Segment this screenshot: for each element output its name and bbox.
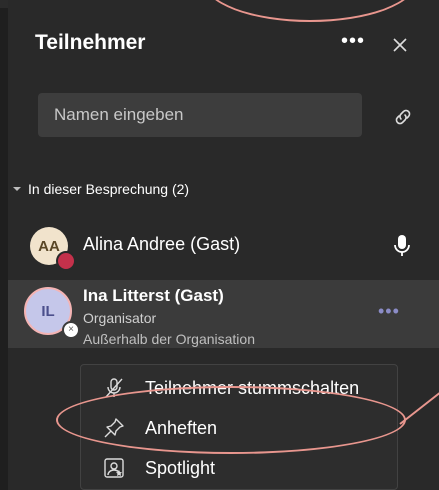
close-button[interactable] [389, 34, 411, 56]
annotation-pointer-line [399, 392, 439, 425]
copy-link-button[interactable] [392, 106, 414, 128]
more-options-button[interactable]: ••• [341, 31, 365, 51]
participant-row-selected[interactable]: IL × Ina Litterst (Gast) Organisator Auß… [8, 280, 439, 348]
microphone-icon[interactable] [393, 234, 411, 258]
participant-subtitle: Außerhalb der Organisation [83, 331, 255, 347]
participant-name: Alina Andree (Gast) [83, 234, 241, 254]
participant-name: Ina Litterst (Gast) [83, 286, 224, 305]
annotation-ellipse [56, 386, 406, 454]
participant-more-options-button[interactable]: ••• [378, 302, 400, 320]
presence-busy-icon [56, 251, 76, 271]
menu-item-label: Spotlight [145, 457, 216, 478]
close-icon [393, 38, 407, 52]
search-input[interactable] [52, 92, 348, 138]
participant-row[interactable]: AA Alina Andree (Gast) [8, 222, 439, 271]
link-icon [395, 109, 411, 125]
chevron-down-icon [13, 187, 21, 191]
section-label: In dieser Besprechung (2) [28, 181, 190, 197]
panel-title: Teilnehmer [35, 31, 146, 54]
section-header-in-meeting[interactable]: In dieser Besprechung (2) [12, 181, 189, 197]
search-field[interactable] [38, 92, 362, 138]
menu-item-spotlight[interactable]: Spotlight [81, 448, 399, 488]
spotlight-icon [104, 458, 124, 478]
presence-offline-icon: × [62, 321, 80, 339]
participant-role: Organisator [83, 310, 157, 326]
